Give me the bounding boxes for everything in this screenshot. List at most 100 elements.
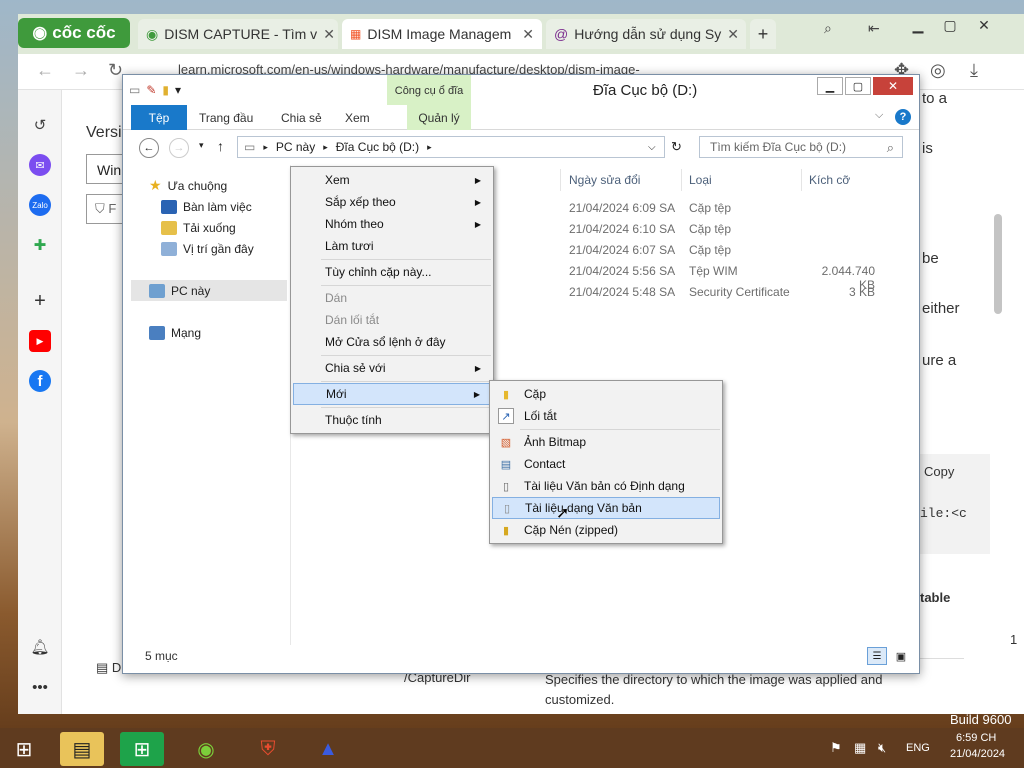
menu-item-group-by[interactable]: Nhóm theo ▶ [293,213,491,235]
drive-icon[interactable]: ▭ [129,83,140,97]
address-bar[interactable]: ▭ ▸ PC này ▸ Đĩa Cục bộ (D:) ▸ ⌵ [237,136,665,158]
refresh-icon[interactable]: ↻ [671,139,682,155]
maximize-icon[interactable]: ▢ [845,77,871,95]
forward-arrow-icon[interactable]: → [169,138,189,158]
zalo-icon[interactable]: Zalo [29,194,51,216]
submenu-item-folder[interactable]: ▮ Cặp [492,383,720,405]
version-select[interactable]: Win [86,154,126,184]
menu-item-share-with[interactable]: Chia sẻ với ▶ [293,357,491,379]
submenu-item-rich-text-document[interactable]: ▯ Tài liệu Văn bản có Định dạng [492,475,720,497]
coccoc-taskbar-icon[interactable]: ◉ [184,732,228,766]
menu-item-refresh[interactable]: Làm tươi [293,235,491,257]
history-icon[interactable]: ↺ [29,114,51,136]
close-icon[interactable]: ✕ [873,77,913,95]
close-tab-icon[interactable]: ✕ [522,26,534,43]
nav-item-favorites[interactable]: ★ Ưa chuộng [149,175,227,196]
column-header-type[interactable]: Loại [689,173,712,187]
recent-locations-icon[interactable]: ▾ [199,140,204,151]
flag-icon[interactable]: ⚑ [830,740,842,756]
menu-item-new[interactable]: Mới ▶ [293,383,491,405]
submenu-item-text-document[interactable]: ▯ Tài liệu dạng Văn bản [492,497,720,519]
clock-time[interactable]: 6:59 CH [956,732,996,744]
minimize-icon[interactable]: ▁ [817,77,843,95]
submenu-item-contact[interactable]: ▤ Contact [492,453,720,475]
volume-muted-icon[interactable]: 🔇︎ [878,740,886,756]
back-arrow-icon[interactable]: ← [36,60,54,81]
shield-taskbar-icon[interactable]: ⛨ [246,732,290,766]
close-tab-icon[interactable]: ✕ [727,26,739,43]
column-header-date[interactable]: Ngày sửa đổi [569,173,640,187]
page-scrollbar[interactable] [994,214,1002,314]
tab-share[interactable]: Chia sẻ [281,105,322,130]
menu-item-paste[interactable]: Dán [293,287,491,309]
submenu-item-shortcut[interactable]: ↗ Lối tắt [492,405,720,427]
reload-icon[interactable]: ↻ [108,60,123,81]
address-dropdown-icon[interactable]: ⌵ [648,142,656,153]
start-button-icon[interactable]: ⊞ [2,732,46,766]
properties-icon[interactable]: ✎ [146,83,156,97]
language-indicator[interactable]: ENG [906,742,930,754]
large-icons-view-icon[interactable]: ▣ [891,647,911,665]
nav-item-desktop[interactable]: Bàn làm việc [161,196,252,217]
nav-item-downloads[interactable]: Tải xuống [161,217,236,238]
tab-home[interactable]: Trang đầu [199,105,253,130]
up-arrow-icon[interactable]: ↑ [217,138,224,154]
qat-dropdown-icon[interactable]: ▾ [175,83,181,97]
maximize-icon[interactable]: ▢ [936,14,964,36]
submenu-item-compressed-folder[interactable]: ▮ Cặp Nén (zipped) [492,519,720,541]
minimize-icon[interactable]: ▁ [904,14,932,36]
facebook-icon[interactable]: f [29,370,51,392]
browser-tab-3[interactable]: @ Hướng dẫn sử dụng Sy ✕ [546,19,746,49]
gamepad-icon[interactable]: ✚ [29,234,51,256]
tab-view[interactable]: Xem [345,105,370,130]
youtube-icon[interactable]: ▶ [29,330,51,352]
breadcrumb-this-pc[interactable]: PC này [276,140,315,154]
browser-tab-1[interactable]: ◉ DISM CAPTURE - Tìm v ✕ [138,19,338,49]
file-row[interactable]: 21/04/2024 5:48 SA Security Certificate … [493,285,913,306]
nav-item-this-pc[interactable]: PC này [131,280,287,301]
coccoc-logo[interactable]: ◉ cốc cốc [18,18,130,48]
new-folder-icon[interactable]: ▮ [162,83,169,97]
notification-bell-icon[interactable]: 🔔︎ [29,636,51,658]
column-divider[interactable] [801,169,802,191]
new-tab-button[interactable]: + [750,19,776,49]
expand-ribbon-icon[interactable]: ⌵ [875,109,883,122]
menu-item-properties[interactable]: Thuộc tính [293,409,491,431]
file-explorer-taskbar-icon[interactable]: ▤ [60,732,104,766]
menu-item-open-command-window[interactable]: Mở Cửa sổ lệnh ở đây [293,331,491,353]
details-view-icon[interactable]: ☰ [867,647,887,665]
filter-input[interactable]: ⛉ F [86,194,126,224]
network-tray-icon[interactable]: ▦ [854,740,866,756]
file-row[interactable]: 21/04/2024 5:56 SA Tệp WIM 2.044.740 KB [493,264,913,292]
profile-icon[interactable]: ◎ [930,60,946,81]
breadcrumb-drive[interactable]: Đĩa Cục bộ (D:) [336,140,419,154]
file-row[interactable]: 21/04/2024 6:09 SA Cặp tệp [493,201,913,222]
nav-item-network[interactable]: Mạng [149,322,201,343]
search-input[interactable]: Tìm kiếm Đĩa Cục bộ (D:) ⌕ [699,136,903,158]
submenu-item-bitmap[interactable]: ▧ Ảnh Bitmap [492,431,720,453]
close-tab-icon[interactable]: ✕ [323,26,335,43]
clock-date[interactable]: 21/04/2024 [950,748,1005,760]
browser-tab-2[interactable]: ▦ DISM Image Managem ✕ [342,19,542,49]
column-divider[interactable] [681,169,682,191]
forward-arrow-icon[interactable]: → [72,60,90,81]
download-icon[interactable]: ⤓ [970,60,978,81]
store-taskbar-icon[interactable]: ⊞ [120,732,164,766]
tab-search-icon[interactable]: ⌕ [824,20,832,37]
more-options-icon[interactable]: ••• [29,676,51,698]
menu-item-sort-by[interactable]: Sắp xếp theo ▶ [293,191,491,213]
tab-manage[interactable]: Quản lý [407,105,471,130]
messenger-icon[interactable]: ✉ [29,154,51,176]
file-row[interactable]: 21/04/2024 6:10 SA Cặp tệp [493,222,913,243]
file-row[interactable]: 21/04/2024 6:07 SA Cặp tệp [493,243,913,264]
app-taskbar-icon[interactable]: ▲ [306,732,350,766]
sidebar-toggle-icon[interactable]: ⇤ [868,20,880,37]
menu-item-view[interactable]: Xem ▶ [293,169,491,191]
tab-file[interactable]: Tệp [131,105,187,130]
add-icon[interactable]: + [29,290,51,312]
column-header-size[interactable]: Kích cỡ [809,173,850,187]
help-icon[interactable]: ? [895,109,911,125]
menu-item-paste-shortcut[interactable]: Dán lối tắt [293,309,491,331]
menu-item-customize-folder[interactable]: Tùy chỉnh cặp này... [293,261,491,283]
column-header-name[interactable] [493,169,561,191]
